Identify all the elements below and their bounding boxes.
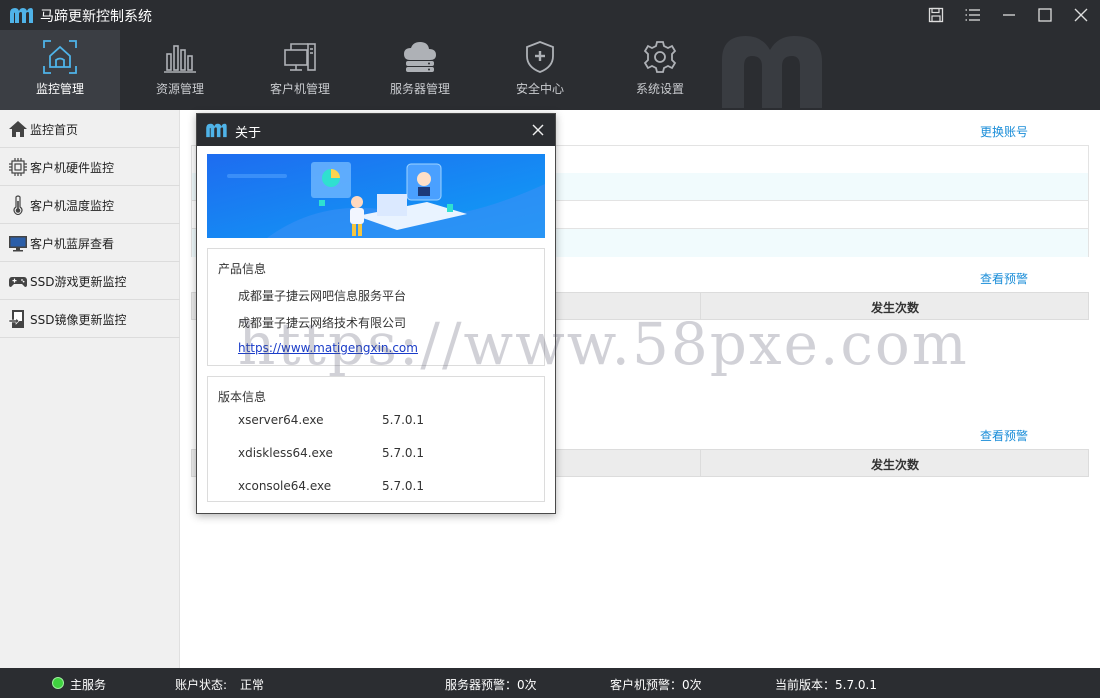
- sidebar: 监控首页 客户机硬件监控 客户机温度监控 客户机蓝屏查看 SSD游戏更新监控 S…: [0, 110, 180, 668]
- product-info-group: 产品信息 成都量子捷云网吧信息服务平台 成都量子捷云网络技术有限公司 https…: [207, 248, 545, 366]
- version-row-name: xdiskless64.exe: [238, 446, 333, 460]
- version-info-group: 版本信息 xserver64.exe 5.7.0.1 xdiskless64.e…: [207, 376, 545, 502]
- app-logo-icon: [10, 8, 33, 23]
- client-alert-count: 客户机预警：0次: [610, 678, 702, 692]
- menu-button[interactable]: [955, 0, 991, 30]
- current-version: 当前版本：5.7.0.1: [775, 678, 877, 692]
- product-name: 成都量子捷云网吧信息服务平台: [238, 289, 407, 303]
- nav-resources[interactable]: 资源管理: [120, 30, 240, 110]
- bar-chart-icon: [164, 45, 196, 73]
- main-service-label: 主服务: [70, 678, 107, 692]
- monitor-home-icon: [43, 40, 77, 74]
- nav-settings[interactable]: 系统设置: [600, 30, 720, 110]
- server-alert-count: 服务器预警：0次: [445, 678, 537, 692]
- computers-icon: [284, 43, 316, 71]
- sidebar-item-monitor-home[interactable]: 监控首页: [0, 110, 180, 148]
- background-logo-icon: [722, 36, 822, 108]
- nav-label: 安全中心: [515, 82, 564, 96]
- nav-label: 服务器管理: [389, 82, 450, 96]
- sidebar-item-temperature[interactable]: 客户机温度监控: [0, 186, 180, 224]
- app-logo-icon: [206, 123, 227, 138]
- close-icon[interactable]: [529, 121, 547, 139]
- switch-account-link[interactable]: 更换账号: [980, 123, 1028, 140]
- version-row-value: 5.7.0.1: [382, 479, 424, 493]
- nav-clients[interactable]: 客户机管理: [240, 30, 360, 110]
- product-info-title: 产品信息: [218, 262, 267, 276]
- chip-icon: [9, 158, 27, 176]
- view-alert-link[interactable]: 查看预警: [980, 270, 1028, 287]
- nav-security[interactable]: 安全中心: [480, 30, 600, 110]
- sidebar-item-label: SSD镜像更新监控: [30, 313, 127, 327]
- version-row-value: 5.7.0.1: [382, 413, 424, 427]
- shield-plus-icon: [526, 41, 554, 73]
- version-info-title: 版本信息: [218, 390, 267, 404]
- close-icon: [1074, 8, 1088, 22]
- nav-label: 系统设置: [635, 82, 684, 96]
- version-row-name: xserver64.exe: [238, 413, 324, 427]
- menu-icon: [965, 9, 980, 21]
- top-nav: 监控管理 资源管理 客户机管理 服务器管理 安全中心 系统设置: [0, 30, 1100, 110]
- company-name: 成都量子捷云网络技术有限公司: [238, 316, 407, 330]
- maximize-button[interactable]: [1027, 0, 1063, 30]
- website-link[interactable]: https://www.matigengxin.com: [238, 341, 418, 355]
- thermometer-icon: [13, 195, 23, 215]
- close-window-button[interactable]: [1063, 0, 1099, 30]
- view-alert-link[interactable]: 查看预警: [980, 427, 1028, 444]
- account-status-value: 正常: [240, 678, 265, 692]
- nav-servers[interactable]: 服务器管理: [360, 30, 480, 110]
- about-dialog: 关于 产品信息 成都量子捷云网吧信息服务平台 成都量子捷云网络技术有限公司 ht…: [196, 113, 556, 514]
- sidebar-item-bluescreen[interactable]: 客户机蓝屏查看: [0, 224, 180, 262]
- sidebar-item-hardware[interactable]: 客户机硬件监控: [0, 148, 180, 186]
- nav-label: 资源管理: [155, 82, 204, 96]
- dialog-title: 关于: [235, 126, 262, 141]
- nav-label: 监控管理: [35, 82, 84, 96]
- sidebar-item-label: 客户机温度监控: [30, 199, 115, 213]
- column-header-count[interactable]: 发生次数: [701, 456, 1089, 473]
- dialog-header: 关于: [197, 114, 555, 146]
- version-row-name: xconsole64.exe: [238, 479, 332, 493]
- sidebar-item-ssd-image[interactable]: SSD镜像更新监控: [0, 300, 180, 338]
- gear-icon: [643, 41, 677, 73]
- cloud-server-icon: [404, 42, 436, 72]
- minimize-button[interactable]: [991, 0, 1027, 30]
- title-bar: 马蹄更新控制系统: [0, 0, 1100, 30]
- sidebar-item-label: 客户机硬件监控: [30, 161, 115, 175]
- nav-label: 客户机管理: [269, 82, 330, 96]
- gamepad-icon: [9, 277, 27, 287]
- account-status-label: 账户状态:: [175, 678, 228, 692]
- minimize-icon: [1003, 14, 1015, 16]
- image-update-icon: [8, 310, 24, 328]
- service-status-icon: [52, 677, 64, 689]
- sidebar-item-label: SSD游戏更新监控: [30, 275, 127, 289]
- sidebar-item-label: 客户机蓝屏查看: [30, 237, 115, 251]
- nav-monitor[interactable]: 监控管理: [0, 30, 120, 110]
- sidebar-item-ssd-game[interactable]: SSD游戏更新监控: [0, 262, 180, 300]
- column-header-count[interactable]: 发生次数: [701, 299, 1089, 316]
- save-button[interactable]: [918, 0, 954, 30]
- app-title: 马蹄更新控制系统: [40, 9, 152, 25]
- version-row-value: 5.7.0.1: [382, 446, 424, 460]
- maximize-icon: [1038, 8, 1052, 22]
- home-icon: [9, 121, 27, 137]
- banner-illustration: [207, 154, 545, 238]
- status-bar: 主服务 账户状态: 正常 服务器预警：0次 客户机预警：0次 当前版本：5.7.…: [0, 668, 1100, 698]
- sidebar-item-label: 监控首页: [30, 123, 79, 137]
- screen-icon: [9, 236, 27, 252]
- save-icon: [928, 7, 944, 23]
